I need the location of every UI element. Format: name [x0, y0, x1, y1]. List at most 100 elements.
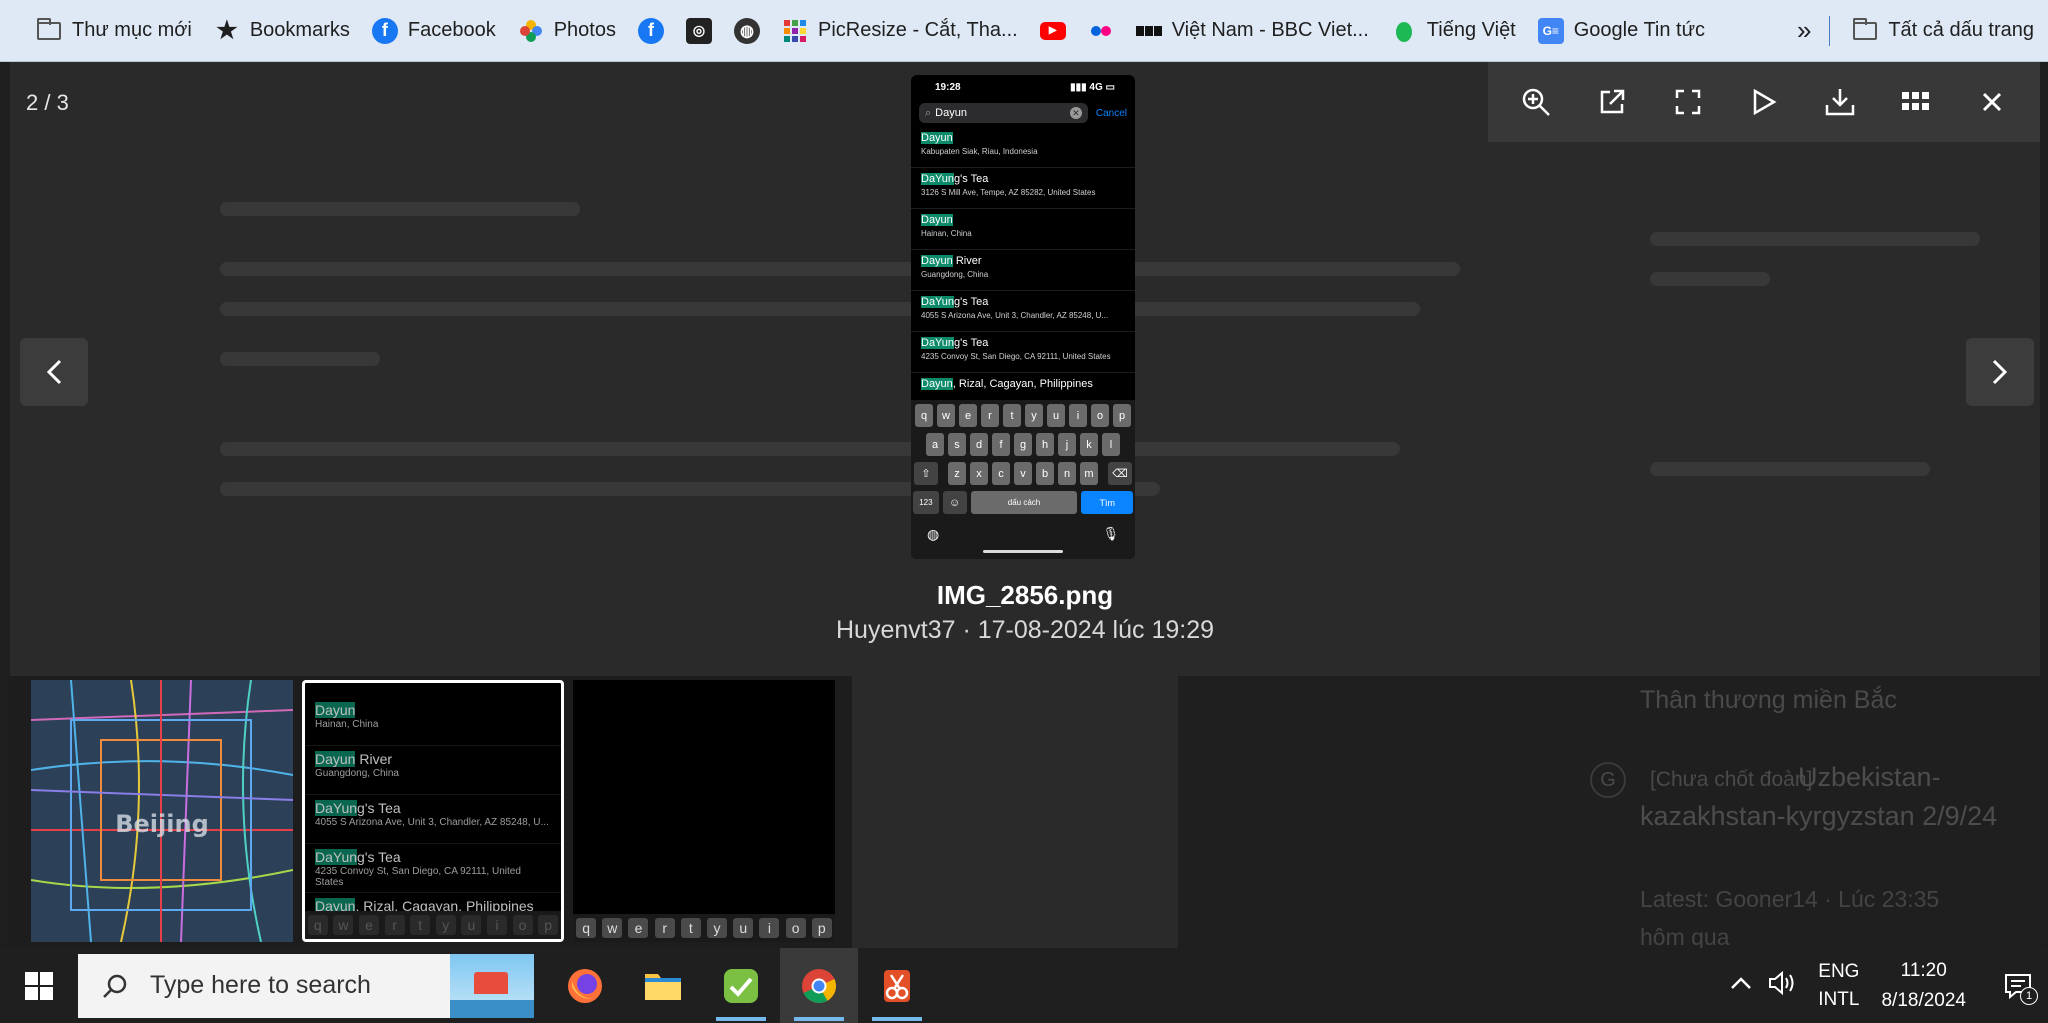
result-subtitle: 4055 S Arizona Ave, Unit 3, Chandler, AZ…: [921, 311, 1109, 320]
bookmark-all-bookmarks[interactable]: Tất cả dấu trang: [1844, 11, 2042, 51]
result-subtitle: Hainan, China: [315, 719, 379, 730]
clock[interactable]: 11:20 8/18/2024: [1881, 956, 1966, 1016]
download-icon: [1825, 89, 1855, 116]
close-viewer-button[interactable]: [1968, 78, 2016, 126]
result-title: , Rizal, Cagayan, Philippines: [952, 378, 1093, 390]
result-subtitle: Hainan, China: [921, 229, 972, 238]
thumbnails-toggle-button[interactable]: [1892, 78, 1940, 126]
speaker-icon: [1769, 970, 1794, 996]
thumbnail-strip-empty: [852, 676, 1178, 948]
search-placeholder: Type here to search: [150, 971, 371, 999]
slideshow-button[interactable]: [1740, 78, 1788, 126]
keyboard-key: p: [1113, 404, 1131, 427]
taskbar-search-box[interactable]: Type here to search: [78, 953, 534, 1018]
folder-icon: [1852, 17, 1878, 44]
input-language[interactable]: ENG INTL: [1818, 958, 1859, 1014]
next-image-button[interactable]: [1966, 338, 2034, 406]
clear-icon: ✕: [1069, 107, 1082, 119]
keyboard-key: f: [992, 433, 1010, 456]
zoom-in-icon: [1522, 88, 1550, 116]
system-tray: ENG INTL 11:20 8/18/2024 1: [1730, 948, 2048, 1023]
keyboard-key: x: [970, 462, 988, 485]
fullscreen-button[interactable]: [1664, 78, 1712, 126]
notifications-button[interactable]: 1: [1988, 948, 2048, 1023]
taskbar-snipping-tool[interactable]: [858, 948, 936, 1023]
keyboard-key: w: [937, 404, 955, 427]
result-subtitle: 4235 Convoy St, San Diego, CA 92111, Uni…: [315, 866, 521, 888]
keyboard-key: t: [410, 915, 431, 935]
result-item: DaYung's Tea 4055 S Arizona Ave, Unit 3, …: [305, 795, 561, 844]
phone-results-list: Dayun Kabupaten Siak, Riau, Indonesia DaYu…: [911, 127, 1135, 414]
thumbnail-2-keys: qwertyuiop: [305, 911, 561, 939]
chevron-up-icon: [1731, 977, 1752, 989]
volume-button[interactable]: [1768, 970, 1796, 1000]
bookmark-bookmarks[interactable]: ★ Bookmarks: [206, 11, 358, 51]
result-item: Dayun Kabupaten Siak, Riau, Indonesia: [911, 127, 1135, 168]
bookmark-youtube[interactable]: ▶: [1032, 11, 1074, 51]
camera-icon: ◎: [685, 17, 712, 44]
taskbar-app-green[interactable]: [702, 948, 780, 1023]
keyboard-row-1: qwertyuiop: [911, 404, 1135, 427]
start-button[interactable]: [0, 948, 78, 1023]
globe-icon: ◍: [927, 526, 940, 542]
youtube-icon: ▶: [1039, 21, 1066, 40]
keyboard-key: u: [1047, 404, 1065, 427]
bookmark-photos[interactable]: Photos: [510, 11, 624, 51]
fullscreen-icon: [1675, 89, 1701, 115]
taskbar-firefox[interactable]: [546, 948, 624, 1023]
open-new-tab-button[interactable]: [1588, 78, 1636, 126]
bookmark-new-folder[interactable]: Thư mục mới: [28, 11, 200, 51]
bookmark-facebook-2[interactable]: f: [630, 11, 672, 51]
phone-signal: ▮▮▮ 4G ▭: [1070, 81, 1115, 93]
result-subtitle: Kabupaten Siak, Riau, Indonesia: [921, 147, 1038, 156]
bookmark-bbc[interactable]: Việt Nam - BBC Viet...: [1128, 11, 1377, 51]
keyboard-key: q: [915, 404, 933, 427]
taskbar-chrome[interactable]: [780, 948, 858, 1023]
keyboard-key: k: [1080, 433, 1098, 456]
thumbnail-2[interactable]: Dayun Hainan, China Dayun River Guangdong, …: [302, 680, 564, 942]
zoom-in-button[interactable]: [1512, 78, 1560, 126]
result-subtitle: Guangdong, China: [315, 768, 399, 779]
chevron-left-icon: [46, 359, 62, 385]
keyboard-key: t: [1003, 404, 1021, 427]
thread-title[interactable]: Uzbekistan-kazakhstan-kyrgyzstan 2/9/24: [1640, 758, 2020, 836]
chevron-right-icon: [1992, 359, 2008, 385]
bookmark-flickr[interactable]: [1080, 11, 1122, 51]
bookmark-globe[interactable]: ◍: [726, 11, 768, 51]
show-hidden-icons-button[interactable]: [1730, 976, 1752, 995]
keyboard-key: s: [948, 433, 966, 456]
folder-icon: [645, 973, 681, 1000]
thumbnail-1-label: Beijing: [115, 810, 209, 838]
download-button[interactable]: [1816, 78, 1864, 126]
keyboard-key: y: [707, 918, 728, 938]
bookmark-picresize[interactable]: PicResize - Cắt, Tha...: [774, 11, 1026, 51]
bookmark-camera[interactable]: ◎: [678, 11, 720, 51]
result-match: DaYun: [315, 800, 358, 816]
phone-time: 19:28: [935, 81, 961, 93]
taskbar-file-explorer[interactable]: [624, 948, 702, 1023]
result-match: Dayun: [921, 214, 953, 226]
keyboard-key: i: [486, 915, 507, 935]
bbc-icon: [1135, 18, 1162, 44]
keyboard-key: i: [1069, 404, 1087, 427]
keyboard-key: i: [759, 918, 780, 938]
bookmarks-overflow-button[interactable]: »: [1789, 11, 1819, 51]
thumbnail-1[interactable]: Beijing: [31, 680, 293, 942]
bookmark-tieng-viet[interactable]: Tiếng Việt: [1383, 11, 1524, 51]
close-icon: [1982, 92, 2002, 112]
phone-search-box: ⌕ Dayun ✕: [919, 103, 1088, 123]
previous-image-button[interactable]: [20, 338, 88, 406]
keyboard-key: r: [981, 404, 999, 427]
bookmark-facebook[interactable]: f Facebook: [364, 11, 504, 51]
bookmark-google-news[interactable]: G≡ Google Tin tức: [1530, 11, 1713, 51]
thumbnail-2-results: Dayun Hainan, China Dayun River Guangdong, …: [305, 683, 561, 939]
result-title: River: [355, 751, 393, 767]
key-space: dấu cách: [970, 491, 1078, 514]
keyboard-key: j: [1058, 433, 1076, 456]
keyboard-key: e: [628, 918, 649, 938]
result-match: Dayun: [921, 132, 953, 144]
thumbnail-3[interactable]: qwertyuiop: [573, 680, 835, 942]
result-match: Dayun: [315, 702, 356, 718]
result-item: Dayun River Guangdong, China: [911, 250, 1135, 291]
search-icon: ⌕: [925, 106, 932, 119]
